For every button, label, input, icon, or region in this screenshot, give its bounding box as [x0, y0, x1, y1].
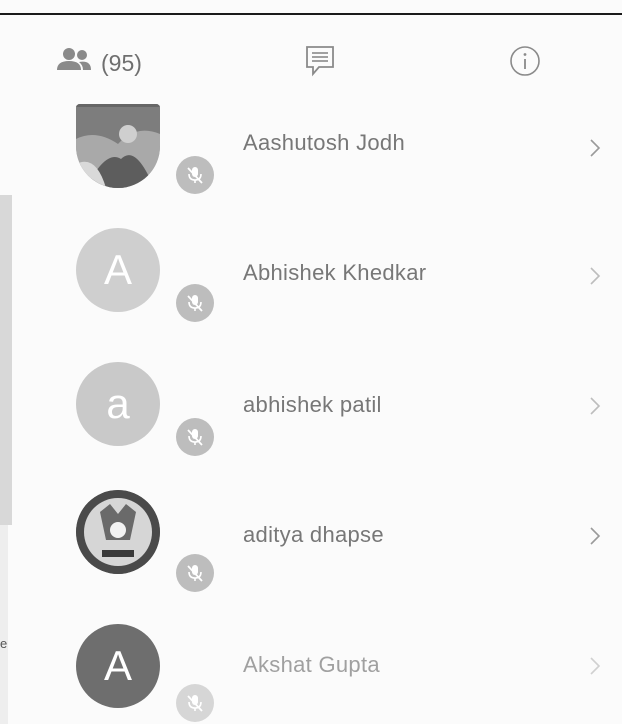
- muted-mic-icon: [176, 684, 214, 722]
- participant-row[interactable]: aditya dhapse: [60, 490, 622, 610]
- participant-row[interactable]: a abhishek patil: [60, 362, 622, 482]
- participant-row[interactable]: A Abhishek Khedkar: [60, 228, 622, 348]
- avatar: A: [76, 228, 160, 312]
- participant-name: aditya dhapse: [243, 522, 384, 547]
- participant-name: Akshat Gupta: [243, 652, 380, 677]
- muted-mic-icon: [176, 418, 214, 456]
- chat-icon: [305, 45, 335, 82]
- avatar: A: [76, 624, 160, 708]
- left-edge-strip: [0, 195, 12, 525]
- avatar: [76, 104, 160, 188]
- participants-screen: e (95) Aashutosh Jodh A Abhishek Khedkar…: [0, 0, 622, 724]
- participant-row[interactable]: A Akshat Gupta: [60, 624, 622, 724]
- participant-name: Aashutosh Jodh: [243, 130, 405, 155]
- chevron-right-icon: [587, 394, 603, 418]
- info-icon: [508, 44, 542, 83]
- participant-count: (95): [101, 49, 142, 76]
- chevron-right-icon: [587, 136, 603, 160]
- participant-name: Abhishek Khedkar: [243, 260, 427, 285]
- chevron-right-icon: [587, 654, 603, 678]
- people-icon: [55, 46, 95, 81]
- avatar: a: [76, 362, 160, 446]
- chevron-right-icon: [587, 524, 603, 548]
- avatar: [76, 490, 160, 574]
- chevron-right-icon: [587, 264, 603, 288]
- muted-mic-icon: [176, 284, 214, 322]
- top-divider: [0, 13, 622, 15]
- tab-info[interactable]: [490, 40, 560, 86]
- tab-participants[interactable]: (95): [55, 40, 195, 86]
- left-edge-strip-lower: [0, 525, 8, 724]
- muted-mic-icon: [176, 554, 214, 592]
- tab-chat[interactable]: [285, 40, 355, 86]
- participant-row[interactable]: Aashutosh Jodh: [60, 104, 622, 224]
- muted-mic-icon: [176, 156, 214, 194]
- edge-fragment: e: [0, 636, 8, 651]
- tab-bar: (95): [0, 28, 622, 98]
- participant-name: abhishek patil: [243, 392, 382, 417]
